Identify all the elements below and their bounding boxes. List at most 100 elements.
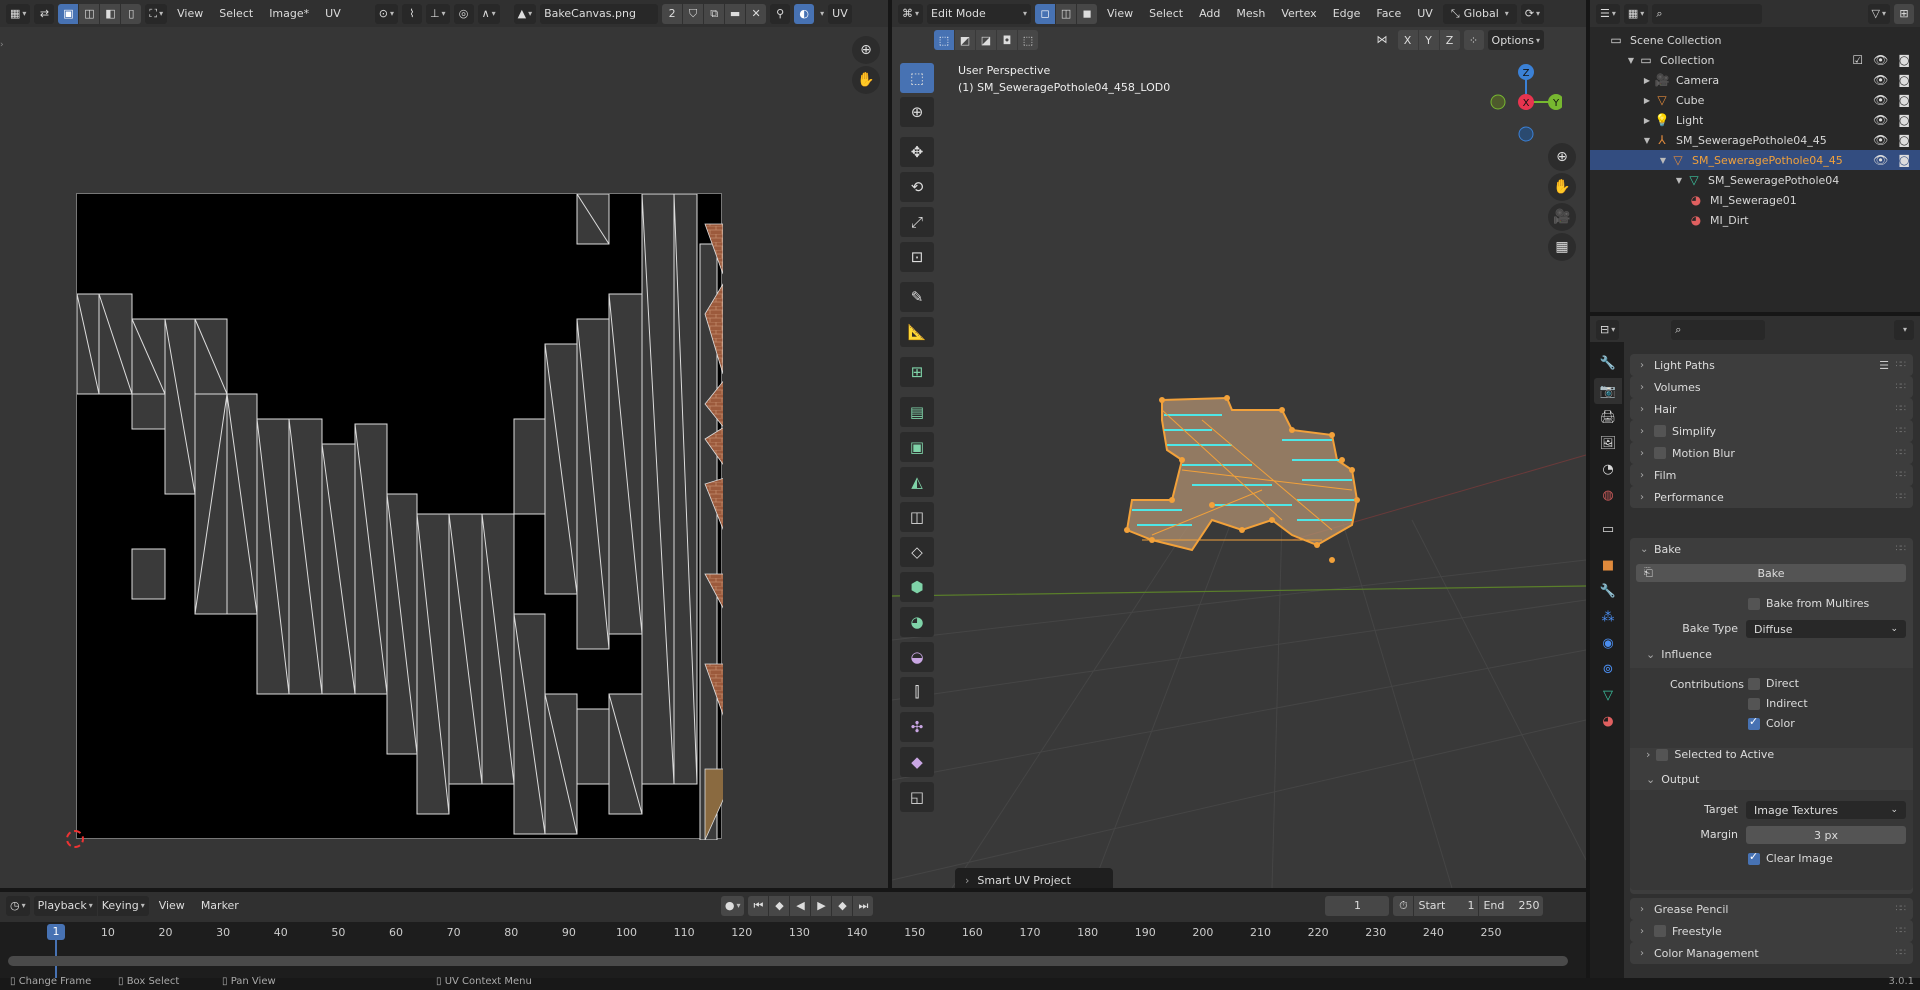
- falloff-dropdown[interactable]: ∧ ▾: [477, 3, 500, 24]
- bake-button[interactable]: ⎗ Bake: [1636, 564, 1906, 582]
- end-frame-field[interactable]: End 250: [1479, 895, 1544, 916]
- exclude-checkbox[interactable]: ☑: [1852, 53, 1863, 67]
- tool-bevel[interactable]: ◭: [900, 467, 934, 497]
- uv-layer-button[interactable]: UV: [828, 3, 852, 24]
- tool-shear[interactable]: ◆: [900, 747, 934, 777]
- uv-editor[interactable]: ▦ ▾ ⇄ ▣ ◫ ◧ ▯ ⛶ ▾ View Select Image* UV ⊙ ▾…: [0, 0, 888, 888]
- filter-dropdown[interactable]: ▽ ▾: [1867, 3, 1890, 24]
- tool-smooth[interactable]: ◒: [900, 642, 934, 672]
- panel-enable-checkbox[interactable]: [1654, 447, 1666, 459]
- zoom-icon[interactable]: ⊕: [1548, 143, 1576, 171]
- snap-target-dropdown[interactable]: ⊥ ▾: [425, 3, 450, 24]
- hand-icon[interactable]: ✋: [1548, 173, 1576, 201]
- toolbar-expand-arrow[interactable]: ›: [0, 40, 4, 50]
- outliner-row[interactable]: ▭ Scene Collection: [1590, 30, 1920, 50]
- menu-mesh[interactable]: Mesh: [1230, 4, 1271, 24]
- select-extend-mode[interactable]: ◩: [955, 30, 975, 50]
- bake-from-multires-checkbox[interactable]: Bake from Multires: [1748, 597, 1869, 610]
- panel-light-paths[interactable]: › Light Paths ☰ ∷∷: [1630, 354, 1913, 376]
- select-subtract-mode[interactable]: ◪: [976, 30, 996, 50]
- select-intersect-mode[interactable]: ⬚: [1018, 30, 1038, 50]
- margin-field[interactable]: 3 px: [1746, 826, 1906, 844]
- timeline-scrollbar[interactable]: [8, 956, 1568, 966]
- constraints-tab-icon[interactable]: ⊚: [1594, 656, 1622, 682]
- drag-handle-icon[interactable]: ∷∷: [1896, 404, 1907, 414]
- influence-subpanel-header[interactable]: ⌄ Influence: [1646, 648, 1712, 661]
- render-camera-icon[interactable]: ◙: [1898, 113, 1910, 127]
- auto-keying-toggle[interactable]: ● ▾: [720, 895, 745, 916]
- start-frame-field[interactable]: Start 1: [1414, 895, 1479, 916]
- editor-type-button[interactable]: ◷ ▾: [6, 895, 30, 916]
- disclosure-triangle-icon[interactable]: ▶: [1640, 76, 1654, 85]
- vertex-select-mode[interactable]: ▣: [58, 3, 79, 24]
- timeline[interactable]: ◷ ▾ Playback ▾ Keying ▾ View Marker ● ▾ ⏮ ◆ …: [0, 892, 1586, 978]
- properties-editor[interactable]: ⊟ ▾ ⌕ ▾ 🔧 📷 🖨 🖼 ◔ ◍ ▭ ■ 🔧 ⁂ ◉ ⊚ ▽ ◕ › Ligh…: [1590, 316, 1920, 978]
- camera-view-icon[interactable]: 🎥: [1548, 203, 1576, 231]
- outliner-row[interactable]: ◕ MI_Sewerage01: [1590, 190, 1920, 210]
- selected-to-active-subpanel[interactable]: › Selected to Active: [1646, 748, 1774, 761]
- menu-select[interactable]: Select: [1143, 4, 1189, 24]
- jump-start-icon[interactable]: ⏮: [748, 895, 769, 916]
- image-browse-button[interactable]: ▲ ▾: [513, 3, 537, 24]
- tool-shrink-fatten[interactable]: ✣: [900, 712, 934, 742]
- material-tab-icon[interactable]: ◕: [1594, 708, 1622, 734]
- sticky-select-dropdown[interactable]: ⛶ ▾: [145, 3, 168, 24]
- transform-orientation-dropdown[interactable]: ⤡ Global ▾: [1442, 3, 1517, 24]
- object-tab-icon[interactable]: ■: [1594, 552, 1622, 578]
- menu-select[interactable]: Select: [213, 4, 259, 24]
- outliner-row[interactable]: ▼▽SM_SeweragePothole04_458_LOD0👁◙: [1590, 150, 1920, 170]
- tool-transform[interactable]: ⊡: [900, 242, 934, 272]
- keying-dropdown[interactable]: Keying ▾: [97, 895, 149, 916]
- scene-tab-icon[interactable]: ◔: [1594, 456, 1622, 482]
- panel-hair[interactable]: › Hair ∷∷: [1630, 398, 1913, 420]
- menu-vertex[interactable]: Vertex: [1275, 4, 1322, 24]
- select-new-mode[interactable]: ⬚: [934, 30, 954, 50]
- menu-face[interactable]: Face: [1370, 4, 1407, 24]
- target-dropdown[interactable]: Image Textures ⌄: [1746, 801, 1906, 819]
- options-dropdown[interactable]: Options ▾: [1487, 30, 1544, 50]
- tool-annotate[interactable]: ✎: [900, 282, 934, 312]
- presets-icon[interactable]: ☰: [1879, 359, 1889, 372]
- mirror-z-toggle[interactable]: Z: [1439, 30, 1460, 50]
- menu-uv[interactable]: UV: [319, 4, 347, 24]
- menu-edge[interactable]: Edge: [1327, 4, 1367, 24]
- panel-color-management[interactable]: › Color Management ∷∷: [1630, 942, 1913, 964]
- panel-enable-checkbox[interactable]: [1654, 925, 1666, 937]
- playback-dropdown[interactable]: Playback ▾: [33, 895, 97, 916]
- outliner-row[interactable]: ◕ MI_Dirt: [1590, 210, 1920, 230]
- outliner-row[interactable]: ▼ ▽ SM_SeweragePothole04: [1590, 170, 1920, 190]
- outliner-search-input[interactable]: ⌕: [1652, 3, 1763, 24]
- vertex-select-mode[interactable]: ◻: [1035, 3, 1056, 24]
- particles-tab-icon[interactable]: ⁂: [1594, 604, 1622, 630]
- edge-select-mode[interactable]: ◫: [1056, 3, 1077, 24]
- properties-search-input[interactable]: ⌕: [1671, 319, 1766, 340]
- snap-toggle[interactable]: ⌇: [401, 3, 422, 24]
- outliner-row[interactable]: ▼ ▭ Collection ☑ 👁 ◙: [1590, 50, 1920, 70]
- tool-edge-slide[interactable]: ⫿: [900, 677, 934, 707]
- outliner[interactable]: ☰ ▾ ▦ ▾ ⌕ ▽ ▾ ⊞ ▭ Scene Collection ▼ ▭ Collecti…: [1590, 0, 1920, 312]
- drag-handle-icon[interactable]: ∷∷: [1896, 382, 1907, 392]
- menu-view[interactable]: View: [1101, 4, 1139, 24]
- proportional-edit-toggle[interactable]: ◎: [453, 3, 474, 24]
- face-select-mode[interactable]: ◼: [1077, 3, 1098, 24]
- mirror-x-toggle[interactable]: X: [1397, 30, 1418, 50]
- edge-select-mode[interactable]: ◫: [79, 3, 100, 24]
- eye-icon[interactable]: 👁: [1873, 133, 1888, 147]
- menu-marker[interactable]: Marker: [195, 896, 245, 916]
- color-checkbox[interactable]: Color: [1748, 715, 1795, 730]
- eye-icon[interactable]: 👁: [1873, 153, 1888, 167]
- outliner-row[interactable]: ▼ ⅄ SM_SeweragePothole04_458 👁 ◙: [1590, 130, 1920, 150]
- playhead[interactable]: 1: [47, 924, 65, 940]
- pivot-dropdown[interactable]: ⟳ ▾: [1520, 3, 1545, 24]
- island-select-mode[interactable]: ▯: [121, 3, 142, 24]
- eye-icon[interactable]: 👁: [1873, 93, 1888, 107]
- tool-tab-icon[interactable]: 🔧: [1594, 350, 1622, 376]
- perspective-toggle-icon[interactable]: ▦: [1548, 233, 1576, 261]
- tool-measure[interactable]: 📐: [900, 317, 934, 347]
- panel-freestyle[interactable]: › Freestyle ∷∷: [1630, 920, 1913, 942]
- editor-type-button[interactable]: ▦ ▾: [6, 3, 31, 24]
- modifier-tab-icon[interactable]: 🔧: [1594, 578, 1622, 604]
- render-camera-icon[interactable]: ◙: [1898, 133, 1910, 147]
- drag-handle-icon[interactable]: ∷∷: [1896, 492, 1907, 502]
- last-operator-panel[interactable]: › Smart UV Project: [955, 868, 1113, 888]
